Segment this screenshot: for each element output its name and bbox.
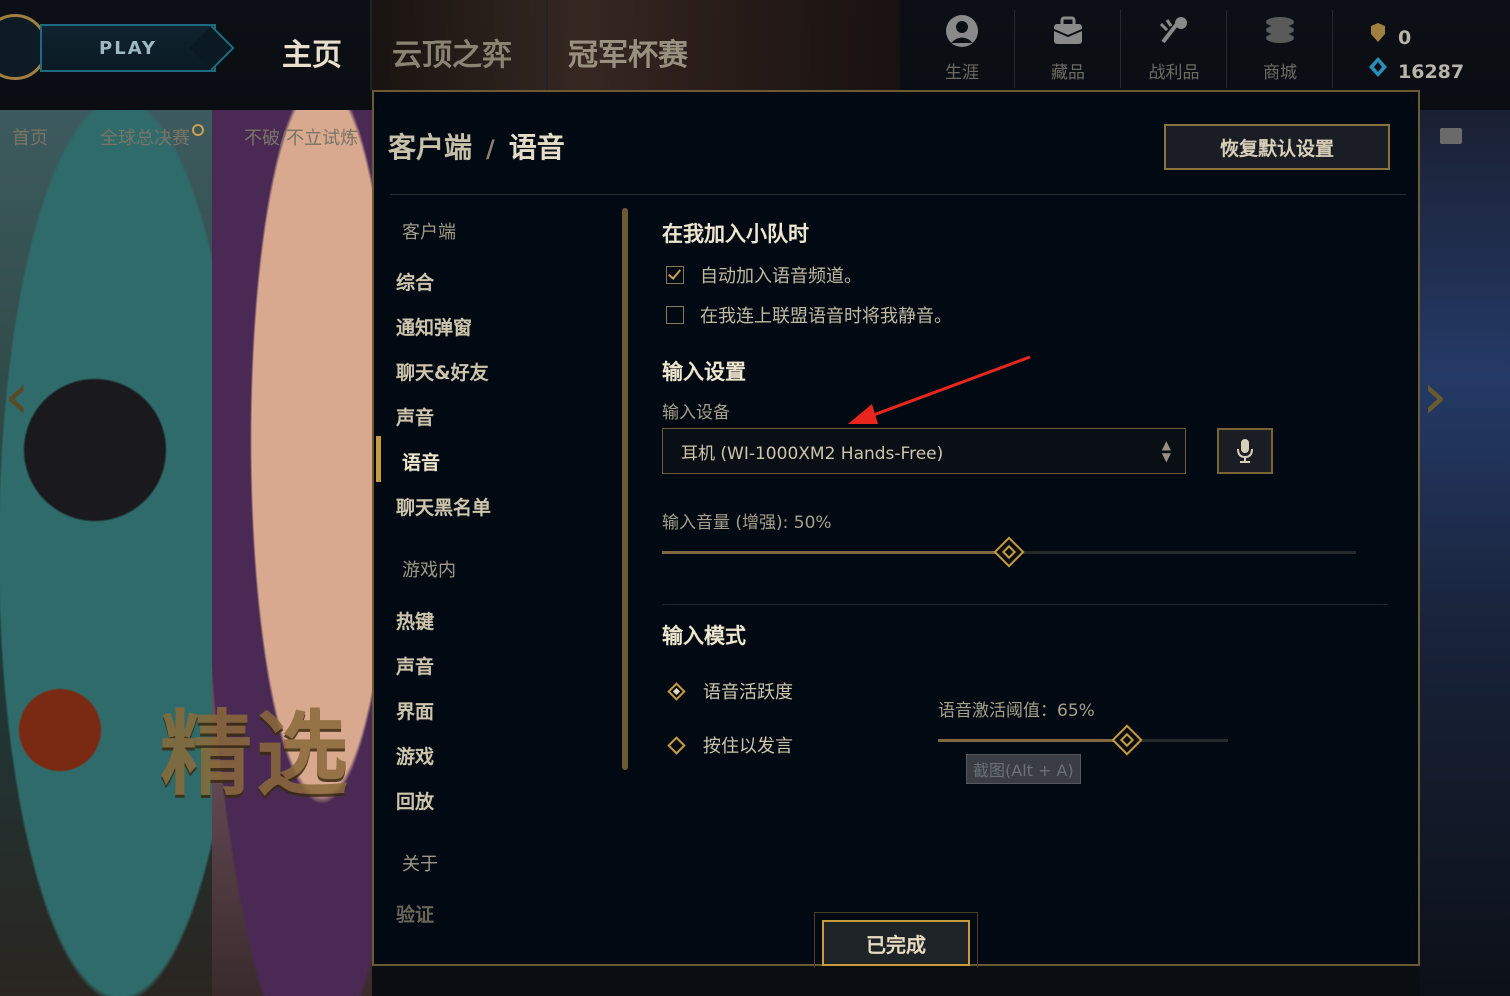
- menu-active-indicator: [376, 436, 381, 482]
- breadcrumb-current: 语音: [508, 131, 565, 164]
- voice-activity-option[interactable]: 语音活跃度: [666, 678, 793, 704]
- menu-item-verification[interactable]: 验证: [396, 900, 434, 927]
- menu-group-about: 关于: [402, 854, 438, 875]
- input-device-label: 输入设备: [662, 403, 730, 423]
- menu-group-client: 客户端: [402, 222, 456, 243]
- input-device-select[interactable]: 耳机 (WI-1000XM2 Hands-Free) ▲ ▼: [662, 428, 1186, 474]
- menu-item-sound[interactable]: 声音: [396, 403, 434, 430]
- icon-divider: [1120, 10, 1121, 88]
- tab-home[interactable]: 主页: [282, 30, 342, 74]
- voice-activity-label: 语音活跃度: [703, 682, 793, 703]
- loot-icon: [1124, 14, 1224, 58]
- loot-button[interactable]: 战利品: [1124, 14, 1224, 94]
- be-balance[interactable]: 16287: [1366, 56, 1464, 83]
- auto-join-label: 自动加入语音频道。: [700, 266, 862, 287]
- play-button-label: PLAY: [99, 37, 157, 59]
- tab-divider: [370, 0, 372, 90]
- rp-icon: [1366, 22, 1390, 49]
- voice-activity-radio[interactable]: [667, 681, 686, 701]
- input-device-value: 耳机 (WI-1000XM2 Hands-Free): [681, 443, 944, 464]
- menu-item-ingame-sound[interactable]: 声音: [396, 652, 434, 679]
- screenshot-tooltip: 截图(Alt + A): [966, 754, 1081, 784]
- profile-label: 生涯: [945, 63, 979, 83]
- carousel-right-arrow-icon[interactable]: ›: [1422, 362, 1448, 432]
- featured-art-left: [0, 110, 212, 996]
- profile-button[interactable]: 生涯: [912, 14, 1012, 94]
- auto-join-voice-option[interactable]: 自动加入语音频道。: [666, 262, 862, 288]
- menu-item-notifications[interactable]: 通知弹窗: [396, 313, 472, 340]
- rp-amount: 0: [1398, 27, 1412, 49]
- icon-divider: [1332, 10, 1333, 88]
- play-button[interactable]: PLAY: [40, 24, 235, 72]
- featured-art-right: [1420, 110, 1510, 996]
- icon-divider: [1226, 10, 1227, 88]
- subnav-worlds[interactable]: 全球总决赛: [100, 124, 204, 150]
- input-volume-thumb[interactable]: [993, 536, 1025, 568]
- profile-icon: [912, 14, 1012, 58]
- menu-item-block-list[interactable]: 聊天黑名单: [396, 493, 491, 520]
- tab-clash[interactable]: 冠军杯赛: [568, 30, 688, 74]
- play-chevron-icon: [189, 25, 235, 71]
- notification-dot-icon: [192, 124, 204, 136]
- menu-scrollbar[interactable]: [622, 208, 628, 770]
- mute-on-connect-label: 在我连上联盟语音时将我静音。: [700, 306, 952, 327]
- menu-item-chat-friends[interactable]: 聊天&好友: [396, 358, 489, 385]
- input-settings-title: 输入设置: [662, 360, 746, 384]
- featured-art-middle: [212, 110, 372, 996]
- section-divider: [662, 604, 1388, 605]
- menu-item-general[interactable]: 综合: [396, 268, 434, 295]
- settings-modal: 客户端 / 语音 恢复默认设置 客户端 综合 通知弹窗 聊天&好友 声音 语音 聊天…: [372, 90, 1420, 968]
- mute-on-connect-checkbox[interactable]: [666, 306, 684, 324]
- threshold-fill: [938, 739, 1127, 742]
- threshold-slider[interactable]: [938, 724, 1228, 756]
- collection-label: 藏品: [1051, 63, 1085, 83]
- breadcrumb: 客户端 / 语音: [388, 126, 565, 166]
- blue-essence-icon: [1366, 56, 1390, 83]
- done-button[interactable]: 已完成: [822, 920, 970, 966]
- push-to-talk-option[interactable]: 按住以发言: [666, 732, 793, 758]
- microphone-icon: [1237, 439, 1253, 463]
- header-divider: [390, 194, 1406, 195]
- input-volume-label: 输入音量 (增强): 50%: [662, 513, 832, 533]
- store-button[interactable]: 商城: [1230, 14, 1330, 94]
- subnav-trials[interactable]: 不破/不立试炼: [244, 124, 358, 150]
- mail-icon[interactable]: [1440, 128, 1462, 144]
- mic-test-button[interactable]: [1217, 428, 1273, 474]
- push-to-talk-radio[interactable]: [667, 735, 686, 755]
- input-volume-slider[interactable]: [662, 536, 1356, 568]
- auto-join-checkbox[interactable]: [666, 266, 684, 284]
- menu-item-game[interactable]: 游戏: [396, 742, 434, 769]
- menu-item-voice[interactable]: 语音: [402, 448, 440, 475]
- input-volume-fill: [662, 551, 1009, 554]
- menu-item-hotkeys[interactable]: 热键: [396, 607, 434, 634]
- collection-icon: [1018, 14, 1118, 58]
- breadcrumb-parent: 客户端: [388, 131, 473, 164]
- store-icon: [1230, 14, 1330, 58]
- tab-tft[interactable]: 云顶之弈: [392, 30, 512, 74]
- collection-button[interactable]: 藏品: [1018, 14, 1118, 94]
- rp-balance[interactable]: 0: [1366, 22, 1411, 49]
- subnav-home[interactable]: 首页: [12, 124, 48, 150]
- loot-label: 战利品: [1148, 63, 1200, 83]
- push-to-talk-label: 按住以发言: [703, 736, 793, 757]
- be-amount: 16287: [1398, 61, 1465, 83]
- mute-on-connect-option[interactable]: 在我连上联盟语音时将我静音。: [666, 302, 952, 328]
- menu-item-replays[interactable]: 回放: [396, 787, 434, 814]
- breadcrumb-separator: /: [486, 135, 495, 163]
- party-section-title: 在我加入小队时: [662, 222, 809, 246]
- carousel-left-arrow-icon[interactable]: ‹: [4, 362, 54, 432]
- subnav-worlds-label: 全球总决赛: [100, 128, 190, 149]
- icon-divider: [1014, 10, 1015, 88]
- threshold-label: 语音激活阈值：65%: [938, 701, 1095, 721]
- select-updown-icon: ▲ ▼: [1161, 438, 1171, 464]
- store-label: 商城: [1263, 63, 1297, 83]
- threshold-thumb[interactable]: [1110, 724, 1143, 756]
- promo-banner-text: 精选: [160, 701, 353, 808]
- tab-divider: [546, 0, 548, 90]
- menu-item-interface[interactable]: 界面: [396, 697, 434, 724]
- menu-group-ingame: 游戏内: [402, 560, 456, 581]
- reset-defaults-button[interactable]: 恢复默认设置: [1164, 124, 1390, 170]
- input-mode-title: 输入模式: [662, 624, 746, 648]
